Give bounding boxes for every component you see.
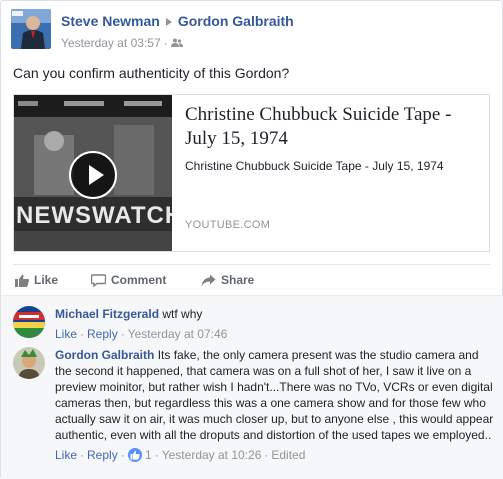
post-meta: Yesterday at 03:57 · [61, 36, 183, 51]
post-timestamp[interactable]: Yesterday at 03:57 [61, 36, 161, 50]
like-reaction-icon[interactable] [127, 448, 142, 462]
comment-timestamp[interactable]: Yesterday at 10:26 [162, 448, 262, 462]
action-separator: · [154, 448, 159, 462]
shared-to-arrow-icon [165, 18, 172, 27]
link-description: Christine Chubbuck Suicide Tape - July 1… [185, 159, 444, 173]
post-author-line: Steve Newman Gordon Galbraith [61, 13, 294, 29]
comment-author[interactable]: Michael Fitzgerald [55, 307, 159, 321]
action-separator: · [264, 448, 269, 462]
post-text: Can you confirm authenticity of this Gor… [13, 65, 290, 81]
edited-label[interactable]: Edited [271, 448, 305, 462]
comment-like-link[interactable]: Like [55, 448, 77, 462]
comment-button[interactable]: Comment [90, 273, 167, 288]
comments-section: Michael Fitzgerald wtf why Like · Reply · Ye… [1, 295, 503, 479]
comment-text: Its fake, the only camera present was th… [55, 348, 494, 442]
comment-label: Comment [111, 273, 167, 287]
link-preview-card[interactable]: NEWSWATCH Christine Chubbuck Suicide Tap… [13, 94, 490, 252]
comment-text: wtf why [162, 307, 203, 321]
comment-bubble-icon [90, 274, 107, 288]
comment-like-link[interactable]: Like [55, 327, 77, 341]
action-separator: · [80, 448, 85, 462]
reaction-count[interactable]: 1 [145, 448, 152, 462]
share-label: Share [221, 273, 255, 287]
share-button[interactable]: Share [201, 273, 254, 287]
commenter-avatar[interactable] [13, 306, 45, 338]
action-separator: · [80, 327, 85, 341]
link-title[interactable]: Christine Chubbuck Suicide Tape - July 1… [185, 103, 481, 151]
author-avatar[interactable] [11, 9, 51, 49]
share-arrow-icon [201, 274, 216, 287]
thumbs-up-icon [15, 274, 29, 287]
like-label: Like [34, 273, 59, 287]
comment-body: Michael Fitzgerald wtf why Like · Reply · Ye… [55, 306, 495, 342]
comment-author[interactable]: Gordon Galbraith [55, 348, 154, 362]
comment-actions: Like · Reply · 1 · Yesterday at 10:26 · Edited [55, 447, 495, 463]
comment-reply-link[interactable]: Reply [87, 327, 118, 341]
like-button[interactable]: Like [15, 273, 58, 287]
comment-timestamp[interactable]: Yesterday at 07:46 [128, 327, 228, 341]
post-action-bar: Like Comment Share [13, 264, 490, 292]
facebook-post: Steve Newman Gordon Galbraith Yesterday a… [0, 0, 503, 479]
play-button-icon[interactable] [69, 151, 117, 199]
comment-actions: Like · Reply · Yesterday at 07:46 [55, 326, 495, 342]
action-separator: · [120, 448, 125, 462]
post-header: Steve Newman Gordon Galbraith Yesterday a… [11, 9, 491, 53]
link-preview-body: Christine Chubbuck Suicide Tape - July 1… [185, 103, 481, 173]
thumbnail-caption: NEWSWATCH [16, 202, 172, 229]
action-separator: · [120, 327, 125, 341]
friends-icon[interactable] [170, 37, 183, 51]
link-domain: YOUTUBE.COM [185, 219, 271, 231]
comment-reply-link[interactable]: Reply [87, 448, 118, 462]
commenter-avatar[interactable] [13, 347, 45, 379]
meta-separator: · [163, 36, 168, 50]
video-thumbnail[interactable]: NEWSWATCH [14, 95, 172, 251]
target-name-link[interactable]: Gordon Galbraith [178, 13, 294, 29]
author-name-link[interactable]: Steve Newman [61, 13, 160, 29]
comment-body: Gordon Galbraith Its fake, the only came… [55, 347, 495, 463]
